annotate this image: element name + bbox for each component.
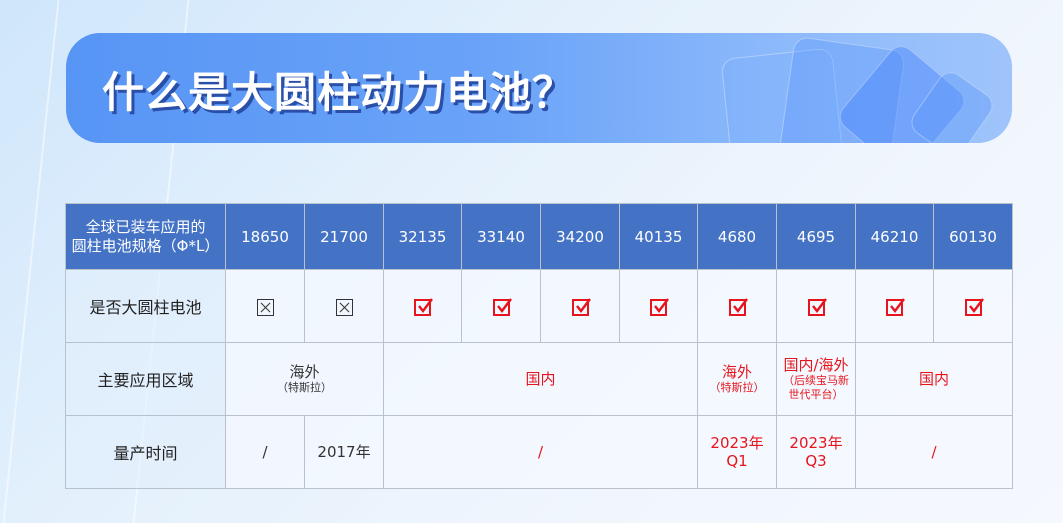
checkbox-crossed-icon (335, 298, 353, 316)
region-cell: 国内 (383, 342, 698, 416)
column-header: 4695 (776, 203, 856, 270)
corner-header-line: 全球已装车应用的 (85, 217, 206, 236)
table-row-is-large-cylinder: 是否大圆柱电池 (65, 269, 1013, 343)
large-cylinder-cell (540, 269, 620, 343)
production-cell: / (383, 415, 698, 489)
column-header: 60130 (933, 203, 1013, 270)
region-main: 国内 (918, 370, 949, 388)
production-year: 2023年 (710, 434, 764, 452)
production-cell: / (225, 415, 305, 489)
region-note: （后续宝马新世代平台） (783, 374, 849, 401)
checkbox-checked-icon (414, 297, 433, 316)
row-label: 量产时间 (65, 415, 226, 489)
column-header: 32135 (383, 203, 462, 270)
region-note: （特斯拉） (277, 381, 332, 394)
large-cylinder-cell (855, 269, 934, 343)
region-note: （特斯拉） (709, 381, 765, 394)
large-cylinder-cell (461, 269, 541, 343)
checkbox-crossed-icon (256, 298, 274, 316)
column-header: 4680 (697, 203, 777, 270)
column-header: 21700 (304, 203, 384, 270)
production-year: 2023年 (789, 434, 843, 452)
region-main: 国内/海外 (783, 356, 849, 374)
region-cell: 国内 (855, 342, 1013, 416)
large-cylinder-cell (383, 269, 462, 343)
production-cell: / (855, 415, 1013, 489)
region-main: 海外 (289, 363, 320, 381)
page-title: 什么是大圆柱动力电池？ (102, 68, 576, 117)
production-cell: 2023年 Q3 (776, 415, 856, 489)
region-cell: 海外 （特斯拉） (225, 342, 384, 416)
column-header: 46210 (855, 203, 934, 270)
column-header: 18650 (225, 203, 305, 270)
table-header-row: 全球已装车应用的 圆柱电池规格（Φ*L） 18650 21700 32135 3… (65, 203, 1013, 270)
checkbox-checked-icon (492, 297, 512, 316)
table-row-mass-production: 量产时间 / 2017年 / 2023年 Q1 2023年 Q3 / (65, 415, 1013, 489)
title-banner: 什么是大圆柱动力电池？ (66, 33, 1012, 143)
large-cylinder-cell (619, 269, 698, 343)
large-cylinder-cell (776, 269, 856, 343)
row-label: 主要应用区域 (65, 342, 226, 416)
region-cell: 海外 （特斯拉） (697, 342, 777, 416)
production-cell: 2017年 (304, 415, 384, 489)
region-main: 国内 (525, 370, 556, 388)
column-header: 40135 (619, 203, 698, 270)
column-header: 33140 (461, 203, 541, 270)
large-cylinder-cell (933, 269, 1013, 343)
checkbox-checked-icon (807, 297, 827, 316)
checkbox-checked-icon (886, 297, 905, 316)
region-main: 海外 (721, 363, 752, 381)
corner-header-line: 圆柱电池规格（Φ*L） (71, 236, 220, 255)
checkbox-checked-icon (571, 297, 591, 316)
row-label: 是否大圆柱电池 (65, 269, 226, 343)
checkbox-checked-icon (650, 297, 669, 316)
production-quarter: Q1 (726, 452, 748, 470)
checkbox-checked-icon (728, 297, 748, 316)
column-header: 34200 (540, 203, 620, 270)
large-cylinder-cell (304, 269, 384, 343)
cylinder-battery-spec-table: 全球已装车应用的 圆柱电池规格（Φ*L） 18650 21700 32135 3… (65, 203, 1013, 489)
production-quarter: Q3 (805, 452, 827, 470)
background-stripe (2, 0, 60, 523)
region-cell: 国内/海外 （后续宝马新世代平台） (776, 342, 856, 416)
large-cylinder-cell (697, 269, 777, 343)
table-row-application-region: 主要应用区域 海外 （特斯拉） 国内 海外 （特斯拉） 国内/海外 （后续宝马新… (65, 342, 1013, 416)
production-cell: 2023年 Q1 (697, 415, 777, 489)
corner-header: 全球已装车应用的 圆柱电池规格（Φ*L） (65, 203, 226, 270)
large-cylinder-cell (225, 269, 305, 343)
checkbox-checked-icon (964, 297, 984, 316)
